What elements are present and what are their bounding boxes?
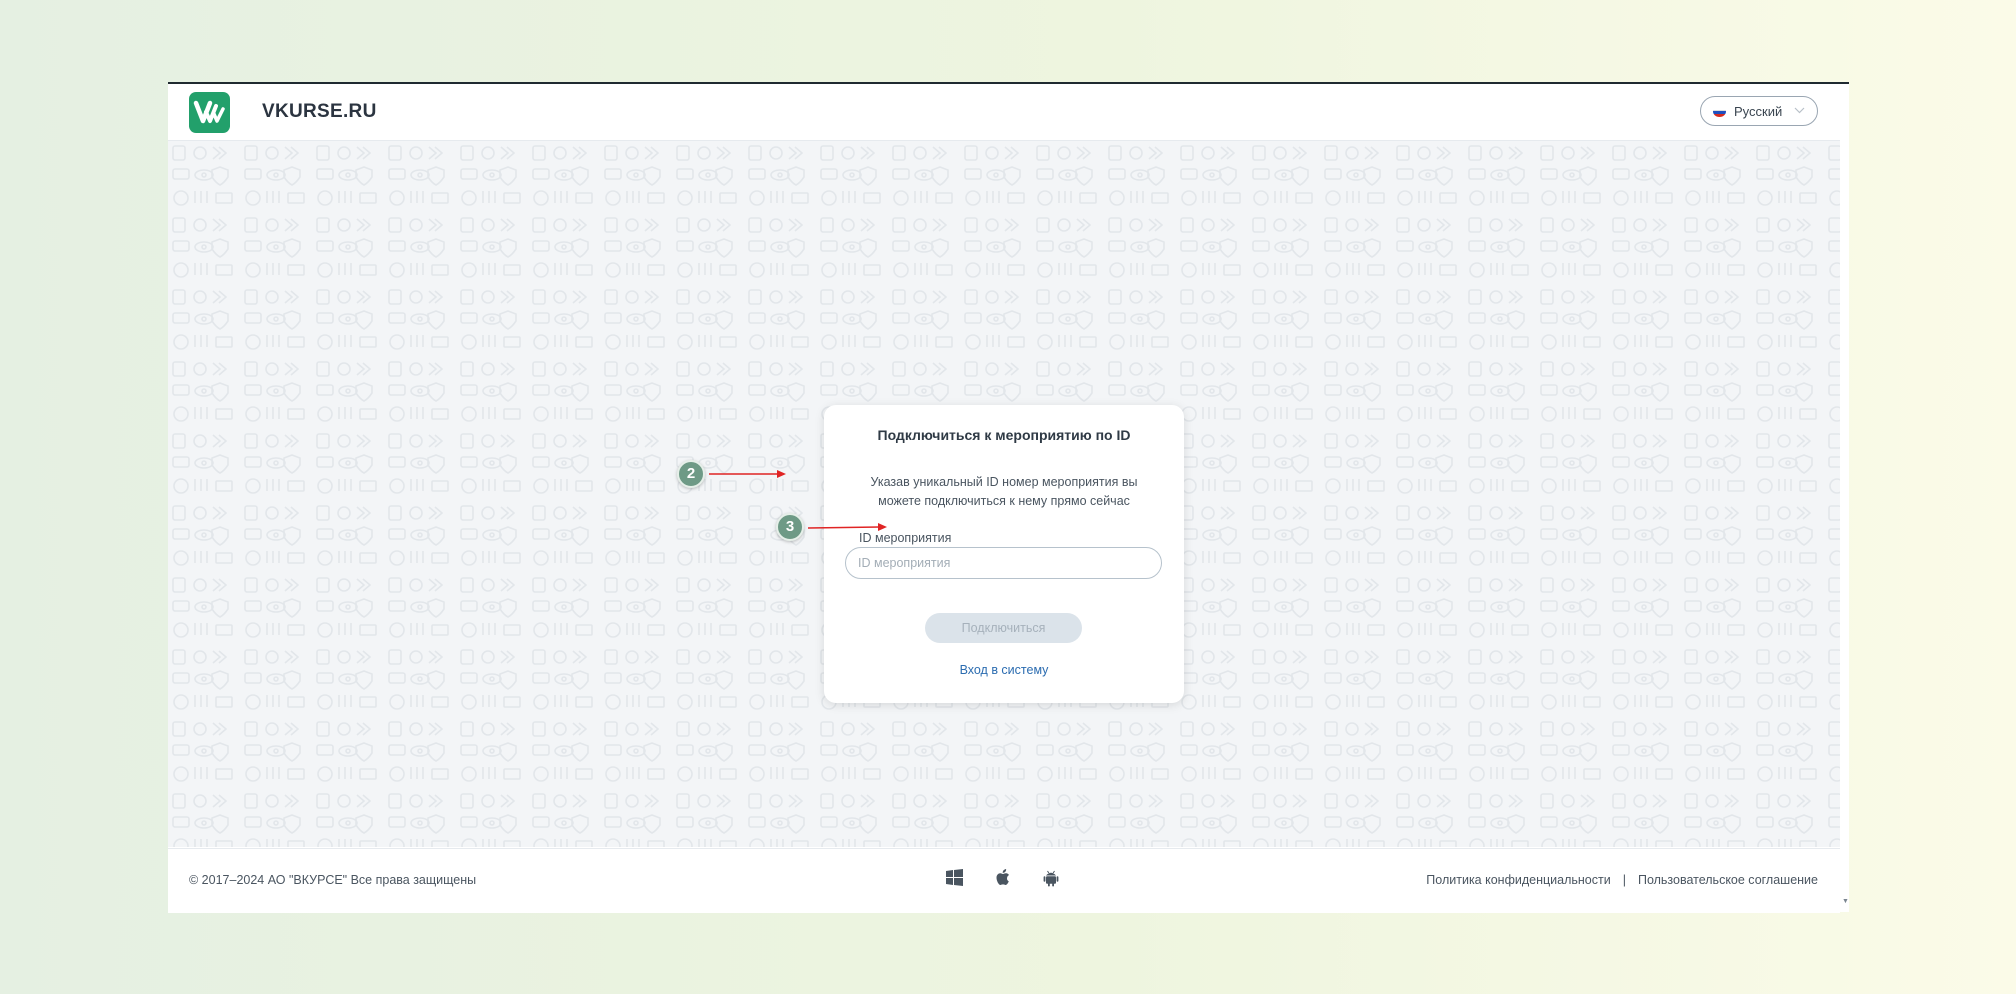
screenshot-backdrop: VKURSE.RU Русский Подключиться к меропри… bbox=[0, 0, 2016, 994]
card-description: Указав уникальный ID номер мероприятия в… bbox=[870, 475, 1138, 508]
callout-arrow-3 bbox=[807, 523, 887, 531]
site-footer: © 2017–2024 АО "ВКУРСЕ" Все права защище… bbox=[168, 848, 1840, 913]
connect-card: Подключиться к мероприятию по ID Указав … bbox=[824, 405, 1184, 703]
apple-icon[interactable] bbox=[992, 867, 1014, 889]
language-selector[interactable]: Русский bbox=[1700, 96, 1818, 126]
card-title: Подключиться к мероприятию по ID bbox=[877, 427, 1131, 443]
footer-links: Политика конфиденциальности | Пользователь… bbox=[1426, 873, 1818, 887]
language-label: Русский bbox=[1734, 104, 1783, 119]
copyright-text: © 2017–2024 АО "ВКУРСЕ" Все права защище… bbox=[189, 873, 477, 887]
browser-page: VKURSE.RU Русский Подключиться к меропри… bbox=[168, 82, 1849, 913]
android-icon[interactable] bbox=[1040, 867, 1062, 889]
chevron-down-icon bbox=[1794, 103, 1805, 120]
connect-button[interactable]: Подключиться bbox=[925, 613, 1082, 643]
event-id-input[interactable] bbox=[845, 547, 1162, 579]
terms-link[interactable]: Пользовательское соглашение bbox=[1638, 873, 1818, 887]
login-link[interactable]: Вход в систему bbox=[824, 663, 1184, 677]
privacy-policy-link[interactable]: Политика конфиденциальности bbox=[1426, 873, 1610, 887]
russia-flag-icon bbox=[1713, 106, 1726, 117]
site-name[interactable]: VKURSE.RU bbox=[262, 101, 377, 123]
callout-badge-3: 3 bbox=[776, 513, 804, 541]
site-header: VKURSE.RU Русский bbox=[168, 84, 1840, 141]
footer-separator: | bbox=[1622, 873, 1626, 887]
scrollbar-down-arrow-icon[interactable]: ▼ bbox=[1842, 898, 1849, 905]
windows-icon[interactable] bbox=[944, 867, 966, 889]
vkurse-logo[interactable] bbox=[189, 92, 230, 133]
callout-arrow-2 bbox=[709, 470, 786, 478]
callout-badge-2: 2 bbox=[677, 460, 705, 488]
main-area: Подключиться к мероприятию по ID Указав … bbox=[168, 141, 1840, 847]
